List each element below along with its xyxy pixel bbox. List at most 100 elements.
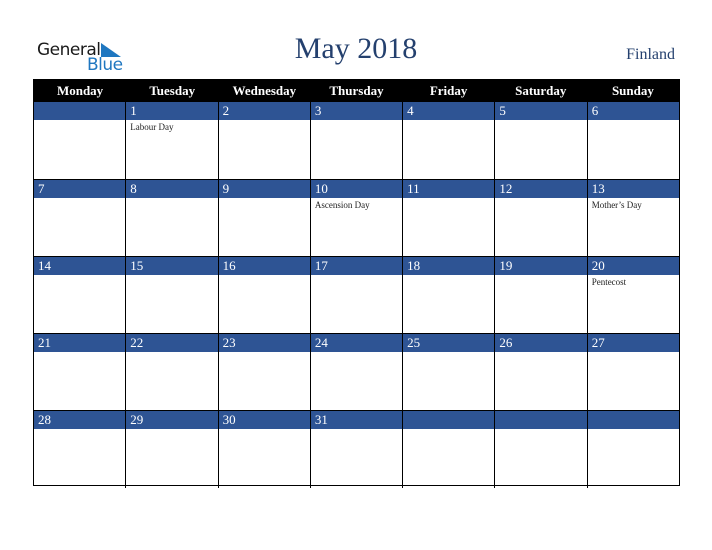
day-cell[interactable]: 28 [34,411,126,488]
day-cell[interactable]: 9 [217,180,310,257]
day-cell[interactable]: 3 [309,102,403,179]
day-number: 9 [222,181,230,196]
day-number-band [403,411,495,429]
week-row: 28 29 30 31 [34,410,679,488]
day-number-band: 8 [126,180,218,198]
day-cell[interactable]: 26 [494,334,587,411]
week-row: 7 8 9 10 Ascension Day 11 12 13 Mother’s Day [34,179,679,257]
day-number-band: 26 [495,334,587,352]
day-number-band: 15 [126,257,218,275]
day-cell[interactable] [586,411,679,488]
day-number-band: 6 [587,102,679,120]
day-number-band: 27 [587,334,679,352]
day-cell[interactable]: 25 [402,334,495,411]
day-number-band: 9 [218,180,310,198]
weekday-saturday: Saturday [515,83,567,98]
day-number: 3 [314,103,322,118]
day-cell[interactable]: 16 [217,257,310,334]
day-cell[interactable]: 8 [125,180,218,257]
day-cell[interactable]: 11 [402,180,495,257]
day-number: 7 [38,181,45,196]
day-cell[interactable]: 18 [402,257,495,334]
day-cell[interactable]: 27 [586,334,679,411]
day-cell[interactable]: 13 Mother’s Day [586,180,679,257]
holiday-label: Ascension Day [314,200,370,210]
day-cell[interactable]: 4 [402,102,495,179]
day-number: 28 [38,412,51,427]
weekday-sunday: Sunday [611,83,654,98]
weekday-thursday: Thursday [329,83,384,98]
day-cell[interactable]: 24 [309,334,403,411]
day-number-band: 4 [403,102,495,120]
day-number-band: 1 [126,102,218,120]
week-row: 1 Labour Day 2 3 4 5 6 [34,102,679,179]
day-number: 16 [222,258,236,273]
day-number-band: 12 [495,180,587,198]
day-cell[interactable]: 23 [217,334,310,411]
day-number: 30 [222,412,236,427]
day-number: 17 [314,258,328,273]
weekday-wednesday: Wednesday [232,83,297,98]
day-number: 13 [591,181,605,196]
day-number: 23 [222,335,236,350]
day-number-band: 25 [403,334,495,352]
day-number: 8 [130,181,137,196]
day-number-band: 14 [34,257,126,275]
day-cell[interactable]: 6 [586,102,679,179]
day-cell[interactable]: 5 [494,102,587,179]
day-number-band [587,411,679,429]
day-number: 10 [314,181,328,196]
day-number: 6 [591,103,599,118]
day-number-band: 16 [218,257,310,275]
day-number: 4 [407,103,414,118]
day-number-band: 2 [218,102,310,120]
country-label: Finland [626,46,675,63]
day-number-band: 23 [218,334,310,352]
day-cell[interactable]: 31 [309,411,403,488]
day-number: 20 [591,258,605,273]
day-cell[interactable]: 29 [125,411,218,488]
day-number-band: 21 [34,334,126,352]
weekday-tuesday: Tuesday [149,83,196,98]
page-title: May 2018 [294,32,418,65]
day-number: 14 [38,258,51,273]
day-cell[interactable]: 15 [125,257,218,334]
day-cell[interactable]: 17 [309,257,403,334]
day-number: 18 [407,258,421,273]
day-cell[interactable]: 7 [34,180,126,257]
day-cell[interactable]: 19 [494,257,587,334]
day-number: 12 [499,181,513,196]
day-cell[interactable]: 14 [34,257,126,334]
day-number-band: 29 [126,411,218,429]
day-cell[interactable] [402,411,495,488]
weekday-friday: Friday [429,83,468,98]
day-number-band: 31 [310,411,403,429]
day-number-band: 18 [403,257,495,275]
day-cell[interactable]: 21 [34,334,126,411]
day-cell[interactable] [34,102,126,179]
day-cell[interactable] [494,411,587,488]
week-row: 21 22 23 24 25 26 27 [34,333,679,411]
day-number-band: 7 [34,180,126,198]
day-cell[interactable]: 30 [217,411,310,488]
day-number-band: 30 [218,411,310,429]
day-cell[interactable]: 2 [217,102,310,179]
day-cell[interactable]: 12 [494,180,587,257]
day-number: 31 [314,412,328,427]
day-number: 24 [314,335,328,350]
day-cell[interactable]: 1 Labour Day [125,102,218,179]
day-number: 11 [407,181,420,196]
day-number-band: 19 [495,257,587,275]
weekday-monday: Monday [56,83,104,98]
day-number-band: 17 [310,257,403,275]
day-cell[interactable]: 10 Ascension Day [309,180,403,257]
day-number-band: 5 [495,102,587,120]
day-number-band [495,411,587,429]
day-cell[interactable]: 22 [125,334,218,411]
week-row: 14 15 16 17 18 19 20 Pentecost [34,256,679,334]
day-cell[interactable]: 20 Pentecost [586,257,679,334]
day-number: 27 [591,335,605,350]
day-number-band: 3 [310,102,403,120]
day-number: 22 [130,335,144,350]
day-number: 26 [499,335,513,350]
